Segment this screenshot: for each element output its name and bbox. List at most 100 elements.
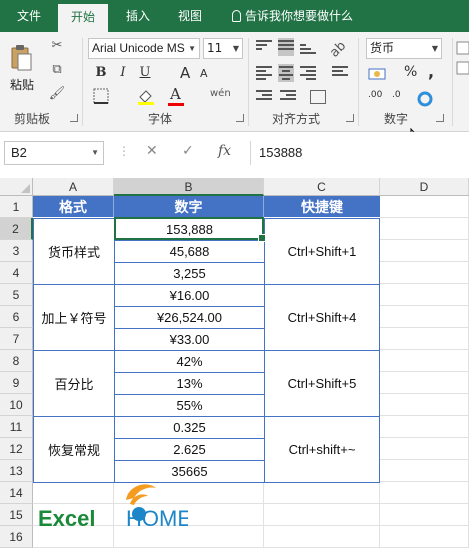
wrap-text-icon[interactable] — [332, 66, 348, 80]
tab-view[interactable]: 视图 — [168, 0, 212, 32]
format-name-cell[interactable]: 恢复常规 — [33, 416, 115, 483]
header-cell-shortcut[interactable]: 快捷键 — [264, 196, 380, 217]
align-left-icon[interactable] — [256, 66, 272, 80]
increase-decimal-button[interactable]: .00 — [368, 90, 382, 100]
number-value-cell[interactable]: 45,688 — [114, 240, 265, 263]
fill-color-icon[interactable] — [136, 87, 156, 105]
format-name-cell[interactable]: 货币样式 — [33, 218, 115, 285]
column-header-d[interactable]: D — [380, 178, 469, 196]
bottom-align-icon[interactable] — [300, 44, 316, 58]
empty-cell[interactable] — [380, 460, 469, 482]
number-value-cell[interactable]: 13% — [114, 372, 265, 395]
number-value-cell[interactable]: ¥26,524.00 — [114, 306, 265, 329]
row-header[interactable]: 11 — [0, 416, 33, 438]
empty-cell[interactable] — [380, 526, 469, 548]
empty-cell[interactable] — [380, 328, 469, 350]
number-value-cell[interactable]: 2.625 — [114, 438, 265, 461]
row-header[interactable]: 9 — [0, 372, 33, 394]
decrease-indent-icon[interactable] — [256, 90, 272, 104]
row-header[interactable]: 6 — [0, 306, 33, 328]
tell-me-search[interactable]: 告诉我你想要做什么 — [232, 0, 353, 32]
middle-align-icon[interactable] — [278, 38, 294, 56]
empty-cell[interactable] — [380, 372, 469, 394]
accounting-format-icon[interactable] — [368, 66, 388, 82]
format-painter-icon[interactable]: 🖌 — [48, 86, 66, 102]
empty-cell[interactable] — [380, 482, 469, 504]
enter-icon[interactable]: ✓ — [182, 143, 194, 159]
row-header[interactable]: 1 — [0, 196, 33, 218]
row-header[interactable]: 3 — [0, 240, 33, 262]
empty-cell[interactable] — [380, 394, 469, 416]
empty-cell[interactable] — [380, 306, 469, 328]
row-header[interactable]: 16 — [0, 526, 33, 548]
insert-function-icon[interactable]: fx — [218, 143, 231, 159]
number-value-cell[interactable]: 153,888 — [114, 218, 265, 241]
shortcut-cell[interactable]: Ctrl+Shift+5 — [264, 350, 380, 417]
empty-cell[interactable] — [264, 504, 380, 526]
number-value-cell[interactable]: 3,255 — [114, 262, 265, 285]
font-name-dropdown[interactable]: Arial Unicode MS ▼ — [88, 38, 200, 59]
alignment-launcher-icon[interactable] — [346, 114, 354, 122]
row-header[interactable]: 15 — [0, 504, 33, 526]
header-cell-format[interactable]: 格式 — [33, 196, 114, 217]
formula-input[interactable]: 153888 — [250, 141, 469, 165]
number-launcher-icon[interactable] — [436, 114, 444, 122]
borders-icon[interactable] — [92, 87, 112, 105]
empty-cell[interactable] — [380, 218, 469, 240]
shortcut-cell[interactable]: Ctrl+Shift+1 — [264, 218, 380, 285]
column-header-c[interactable]: C — [264, 178, 380, 196]
format-name-cell[interactable]: 加上￥符号 — [33, 284, 115, 351]
grow-font-button[interactable]: A — [180, 64, 190, 82]
clipboard-launcher-icon[interactable] — [70, 114, 78, 122]
conditional-format-icon[interactable] — [456, 40, 469, 80]
number-value-cell[interactable]: ¥33.00 — [114, 328, 265, 351]
row-header[interactable]: 8 — [0, 350, 33, 372]
shortcut-cell[interactable]: Ctrl+shift+~ — [264, 416, 380, 483]
row-header[interactable]: 5 — [0, 284, 33, 306]
empty-cell[interactable] — [380, 416, 469, 438]
cut-icon[interactable]: ✂ — [48, 38, 66, 54]
font-launcher-icon[interactable] — [236, 114, 244, 122]
column-header-b[interactable]: B — [114, 178, 264, 196]
empty-cell[interactable] — [264, 526, 380, 548]
row-header[interactable]: 2 — [0, 218, 33, 240]
row-header[interactable]: 13 — [0, 460, 33, 482]
merge-center-icon[interactable] — [310, 90, 326, 104]
number-format-dropdown[interactable]: 货币 ▼ — [366, 38, 442, 59]
select-all-corner[interactable] — [0, 178, 33, 196]
align-center-icon[interactable] — [278, 64, 294, 82]
row-header[interactable]: 7 — [0, 328, 33, 350]
row-header[interactable]: 10 — [0, 394, 33, 416]
number-value-cell[interactable]: 42% — [114, 350, 265, 373]
align-right-icon[interactable] — [300, 66, 316, 80]
empty-cell[interactable] — [380, 196, 469, 218]
percent-style-button[interactable]: % — [404, 64, 417, 80]
empty-cell[interactable] — [380, 262, 469, 284]
empty-cell[interactable] — [380, 504, 469, 526]
font-color-icon[interactable]: A — [170, 85, 181, 103]
decrease-decimal-button[interactable]: .0 — [392, 90, 401, 100]
empty-cell[interactable] — [264, 482, 380, 504]
tab-home[interactable]: 开始 — [58, 4, 108, 32]
empty-cell[interactable] — [380, 284, 469, 306]
header-cell-number[interactable]: 数字 — [114, 196, 264, 217]
format-name-cell[interactable]: 百分比 — [33, 350, 115, 417]
top-align-icon[interactable] — [256, 40, 272, 54]
number-value-cell[interactable]: 55% — [114, 394, 265, 417]
font-size-dropdown[interactable]: 11 ▼ — [203, 38, 243, 59]
number-value-cell[interactable]: 0.325 — [114, 416, 265, 439]
comma-style-button[interactable]: , — [428, 62, 434, 81]
tab-file[interactable]: 文件 — [8, 0, 50, 32]
empty-cell[interactable] — [380, 350, 469, 372]
paste-icon[interactable] — [10, 44, 32, 72]
empty-cell[interactable] — [380, 240, 469, 262]
bold-button[interactable]: B — [92, 64, 110, 82]
shrink-font-button[interactable]: A — [200, 67, 208, 80]
row-header[interactable]: 14 — [0, 482, 33, 504]
italic-button[interactable]: I — [114, 64, 132, 82]
name-box[interactable]: B2 ▼ — [4, 141, 104, 165]
cancel-icon[interactable]: ✕ — [146, 143, 158, 159]
paste-button-label[interactable]: 粘贴 — [10, 76, 34, 93]
column-header-a[interactable]: A — [33, 178, 114, 196]
row-header[interactable]: 4 — [0, 262, 33, 284]
